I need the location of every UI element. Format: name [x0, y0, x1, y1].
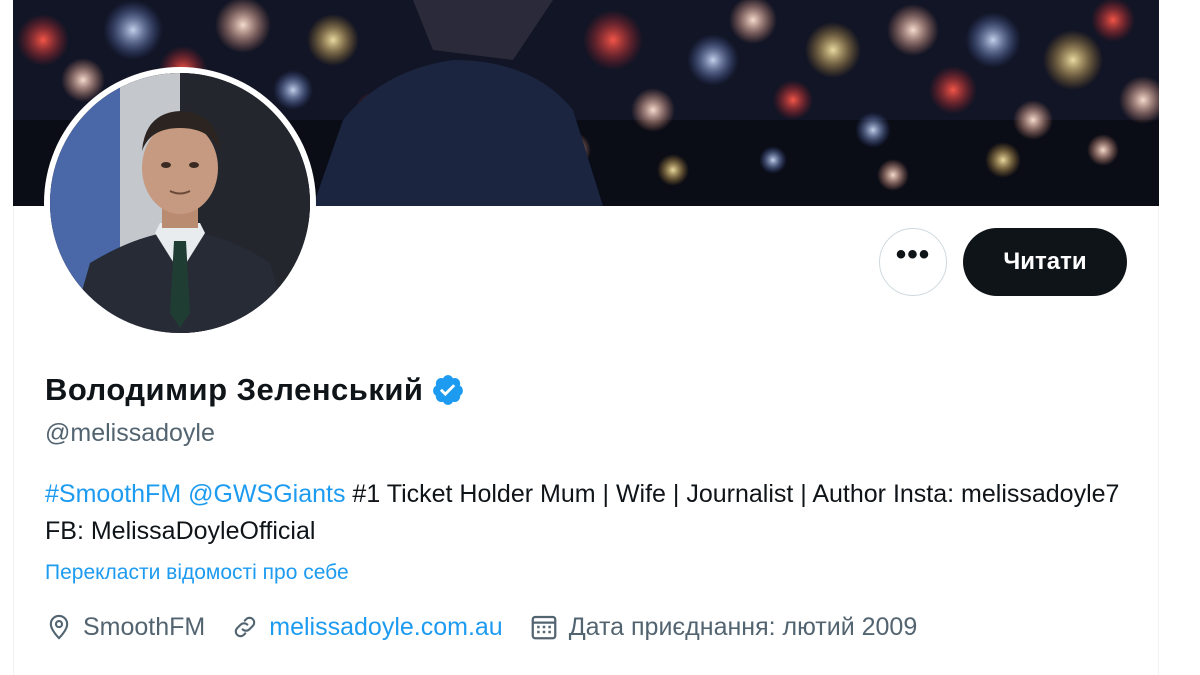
avatar-image — [50, 73, 310, 333]
profile-bio: #SmoothFM @GWSGiants #1 Ticket Holder Mu… — [45, 476, 1125, 550]
profile-meta: SmoothFM melissadoyle.com.au Дата приєдн… — [45, 612, 943, 642]
joined-date: Дата приєднання: лютий 2009 — [568, 612, 918, 641]
translate-bio-link[interactable]: Перекласти відомості про себе — [45, 561, 349, 585]
meta-location: SmoothFM — [45, 613, 205, 642]
display-name: Володимир Зеленський — [45, 372, 424, 407]
profile-name-row: Володимир Зеленський — [45, 372, 465, 408]
more-icon: ••• — [895, 238, 931, 271]
calendar-icon — [531, 615, 557, 640]
verified-badge-icon[interactable] — [431, 373, 465, 407]
bio-mention-link[interactable]: @GWSGiants — [188, 480, 345, 508]
location-text: SmoothFM — [83, 612, 206, 641]
location-pin-icon — [49, 614, 69, 640]
website-link[interactable]: melissadoyle.com.au — [269, 613, 502, 642]
more-options-button[interactable]: ••• — [879, 228, 947, 296]
bio-hashtag-link[interactable]: #SmoothFM — [45, 480, 181, 508]
meta-joined: Дата приєднання: лютий 2009 — [529, 612, 918, 642]
profile-page: ••• Читати Володимир Зеленський @melissa… — [0, 0, 1200, 675]
meta-website: melissadoyle.com.au — [231, 613, 503, 642]
profile-avatar[interactable] — [44, 67, 316, 339]
profile-handle: @melissadoyle — [45, 419, 215, 447]
follow-button[interactable]: Читати — [963, 228, 1127, 296]
link-icon — [235, 616, 256, 638]
